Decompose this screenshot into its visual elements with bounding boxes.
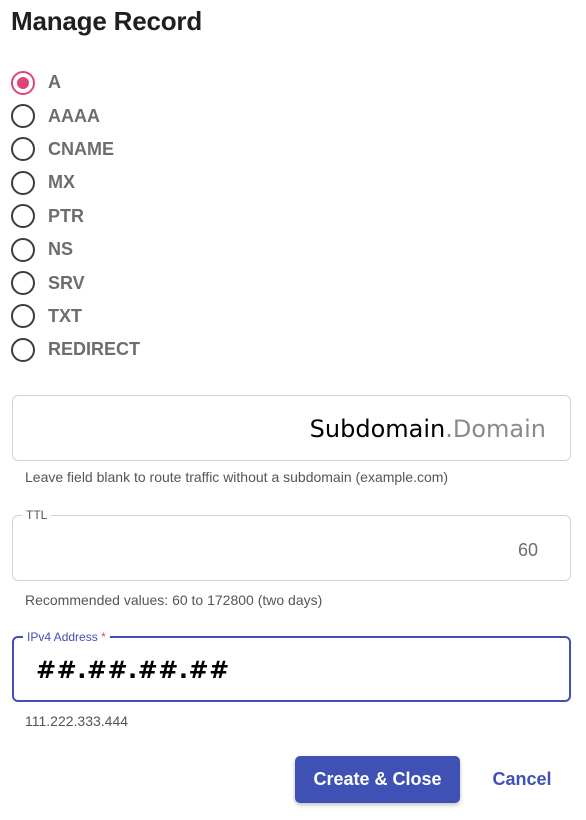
ttl-label: TTL [22, 508, 52, 522]
radio-unselected-icon[interactable] [11, 170, 35, 195]
radio-unselected-icon[interactable] [11, 237, 35, 262]
radio-option-redirect[interactable]: REDIRECT [11, 333, 311, 366]
radio-label-cname: CNAME [48, 138, 114, 159]
radio-label-srv: SRV [48, 272, 85, 293]
radio-option-ns[interactable]: NS [11, 233, 311, 266]
radio-label-aaaa: AAAA [48, 105, 100, 126]
radio-selected-icon[interactable] [11, 70, 35, 95]
radio-label-redirect: REDIRECT [48, 339, 141, 360]
ttl-value: 60 [517, 540, 538, 560]
radio-option-srv[interactable]: SRV [11, 266, 311, 299]
radio-unselected-icon[interactable] [11, 104, 35, 129]
radio-option-txt[interactable]: TXT [11, 300, 311, 333]
radio-unselected-icon[interactable] [11, 204, 35, 229]
radio-option-mx[interactable]: MX [11, 166, 311, 199]
subdomain-part: Subdomain [309, 415, 446, 443]
radio-label-ptr: PTR [48, 205, 84, 226]
radio-label-a: A [48, 72, 61, 93]
radio-label-txt: TXT [48, 305, 82, 326]
ipv4-label: IPv4 Address * [23, 630, 110, 644]
ipv4-helper-text: 111.222.333.444 [25, 713, 129, 729]
subdomain-helper-text: Leave field blank to route traffic witho… [25, 469, 449, 485]
dialog-title: Manage Record [11, 6, 203, 36]
radio-option-cname[interactable]: CNAME [11, 133, 311, 166]
radio-option-aaaa[interactable]: AAAA [11, 99, 311, 132]
radio-label-mx: MX [48, 172, 75, 193]
radio-unselected-icon[interactable] [11, 137, 35, 162]
ipv4-value: ##.##.##.## [36, 656, 230, 684]
subdomain-value: Subdomain.Domain [310, 415, 546, 443]
radio-option-ptr[interactable]: PTR [11, 200, 311, 233]
radio-unselected-icon[interactable] [11, 304, 35, 329]
radio-option-a[interactable]: A [11, 66, 311, 99]
ipv4-label-text: IPv4 Address [27, 630, 98, 644]
subdomain-input[interactable]: Subdomain.Domain [12, 395, 571, 461]
record-type-radio-group: A AAAA CNAME MX PTR NS SRV TXT REDIRECT [11, 66, 311, 367]
radio-unselected-icon[interactable] [11, 271, 35, 296]
domain-part: .Domain [445, 415, 546, 443]
radio-label-ns: NS [48, 239, 74, 260]
create-and-close-button[interactable]: Create & Close [295, 756, 460, 803]
ipv4-address-input[interactable]: IPv4 Address * ##.##.##.## [12, 630, 571, 702]
ttl-helper-text: Recommended values: 60 to 172800 (two da… [25, 592, 323, 608]
cancel-button[interactable]: Cancel [480, 756, 564, 803]
required-marker: * [101, 630, 106, 644]
radio-unselected-icon[interactable] [11, 337, 35, 362]
ttl-input[interactable]: TTL 60 [12, 508, 571, 581]
